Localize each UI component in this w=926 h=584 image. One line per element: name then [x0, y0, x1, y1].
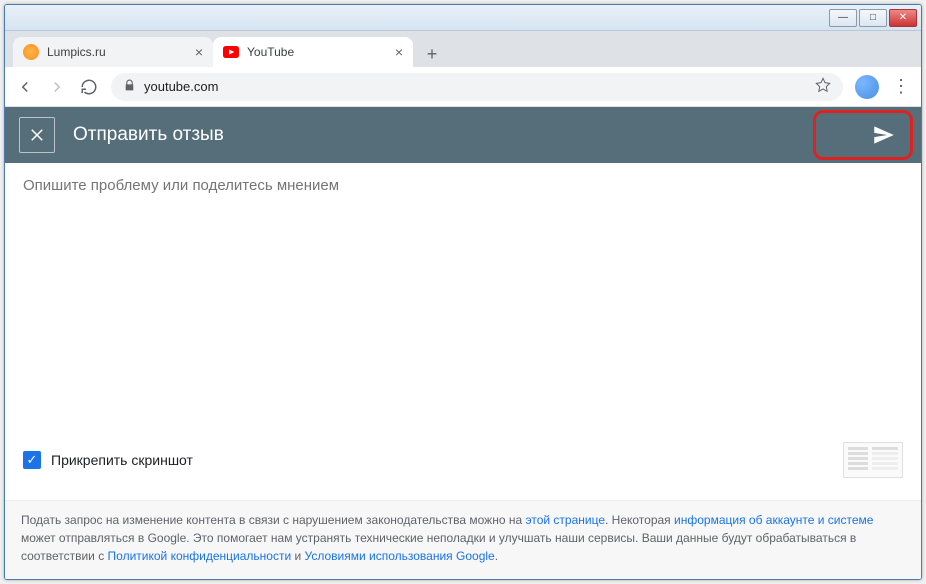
- footer-link-account-info[interactable]: информация об аккаунте и системе: [674, 513, 873, 527]
- feedback-send-button[interactable]: [861, 115, 907, 155]
- url-bar[interactable]: youtube.com: [111, 73, 843, 101]
- forward-button: [47, 77, 67, 97]
- footer-text: Подать запрос на изменение контента в св…: [21, 513, 525, 527]
- page-content: Отправить отзыв Опишите проблему или под…: [5, 107, 921, 579]
- attach-screenshot-row: ✓ Прикрепить скриншот: [23, 442, 903, 486]
- feedback-title: Отправить отзыв: [73, 124, 224, 146]
- footer-text: .: [495, 549, 498, 563]
- tab-youtube[interactable]: YouTube ×: [213, 37, 413, 67]
- feedback-header: Отправить отзыв: [5, 107, 921, 163]
- lock-icon: [123, 79, 136, 95]
- bookmark-star-icon[interactable]: [815, 77, 831, 96]
- footer-link-page[interactable]: этой странице: [525, 513, 605, 527]
- tab-title: YouTube: [247, 45, 294, 59]
- feedback-body: Опишите проблему или поделитесь мнением …: [5, 163, 921, 500]
- browser-window: — □ ✕ Lumpics.ru × YouTube × +: [4, 4, 922, 580]
- footer-text: . Некоторая: [605, 513, 674, 527]
- url-text: youtube.com: [144, 79, 807, 94]
- footer-link-terms[interactable]: Условиями использования Google: [305, 549, 495, 563]
- new-tab-button[interactable]: +: [419, 41, 445, 67]
- footer-link-privacy[interactable]: Политикой конфиденциальности: [108, 549, 292, 563]
- feedback-textarea[interactable]: Опишите проблему или поделитесь мнением: [23, 177, 903, 194]
- back-button[interactable]: [15, 77, 35, 97]
- window-close-button[interactable]: ✕: [889, 9, 917, 27]
- favicon-youtube: [223, 44, 239, 60]
- attach-checkbox[interactable]: ✓: [23, 451, 41, 469]
- window-titlebar: — □ ✕: [5, 5, 921, 31]
- reload-button[interactable]: [79, 77, 99, 97]
- tab-close-icon[interactable]: ×: [195, 44, 203, 60]
- tab-strip: Lumpics.ru × YouTube × +: [5, 31, 921, 67]
- profile-avatar[interactable]: [855, 75, 879, 99]
- tab-close-icon[interactable]: ×: [395, 44, 403, 60]
- tab-lumpics[interactable]: Lumpics.ru ×: [13, 37, 213, 67]
- minimize-button[interactable]: —: [829, 9, 857, 27]
- address-bar-row: youtube.com ⋮: [5, 67, 921, 107]
- screenshot-thumbnail[interactable]: [843, 442, 903, 478]
- attach-label: Прикрепить скриншот: [51, 452, 193, 468]
- favicon-lumpics: [23, 44, 39, 60]
- maximize-button[interactable]: □: [859, 9, 887, 27]
- footer-text: и: [291, 549, 304, 563]
- feedback-footer: Подать запрос на изменение контента в св…: [5, 500, 921, 579]
- kebab-menu-icon[interactable]: ⋮: [891, 77, 911, 97]
- feedback-close-button[interactable]: [19, 117, 55, 153]
- tab-title: Lumpics.ru: [47, 45, 106, 59]
